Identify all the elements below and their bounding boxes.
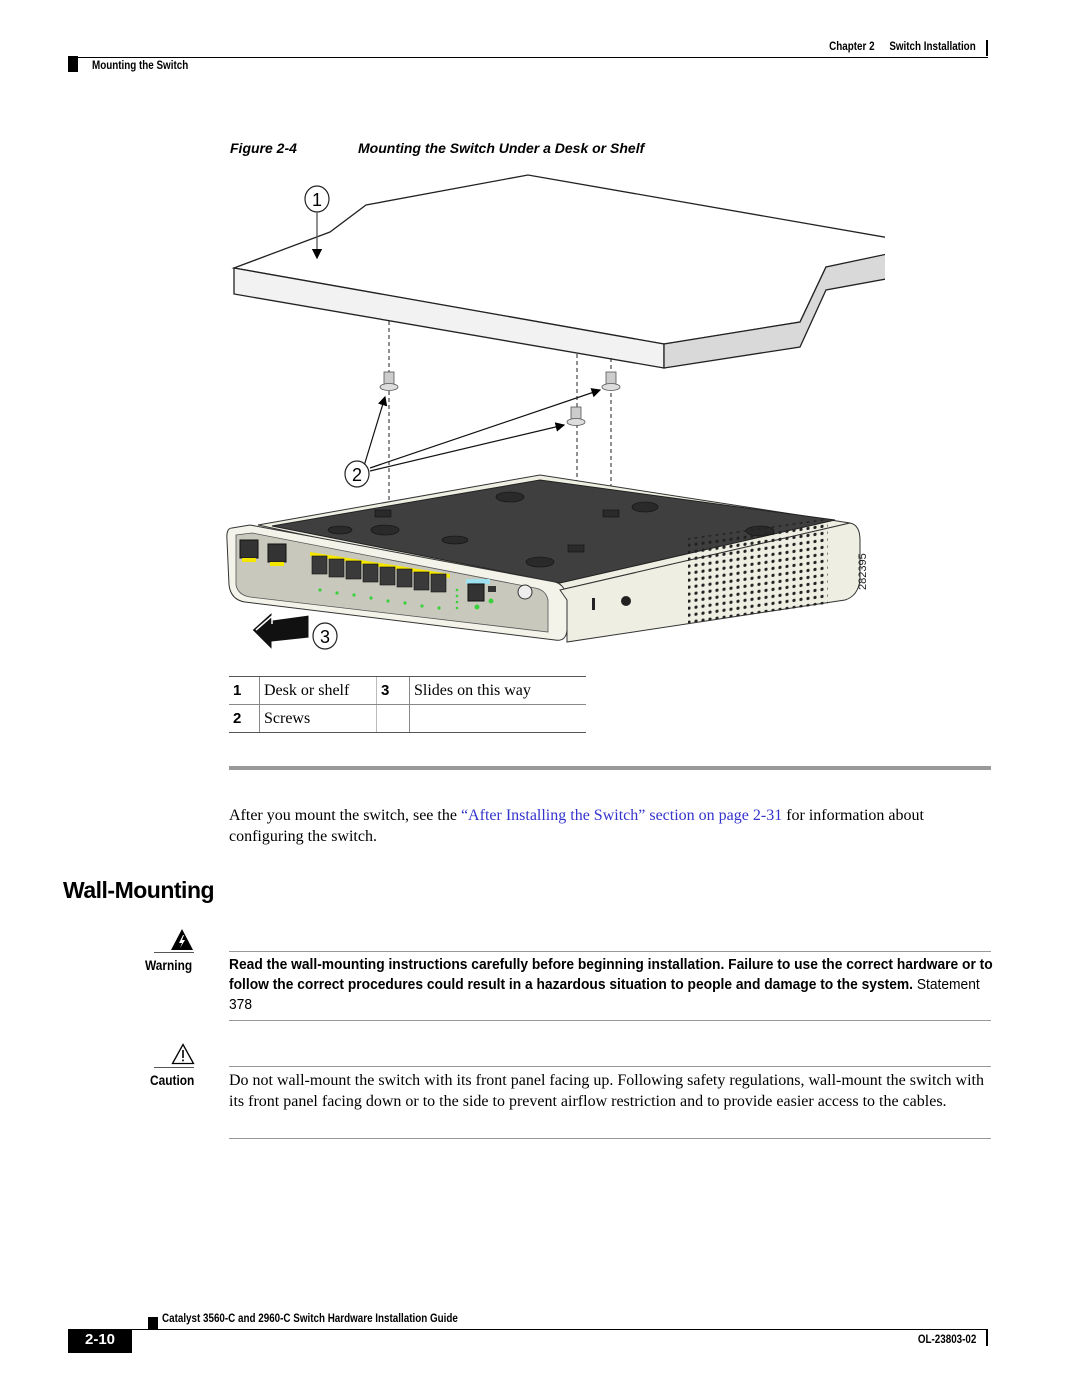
warning-top-rule — [229, 951, 991, 952]
screw-icon — [379, 371, 399, 391]
section-heading: Wall-Mounting — [63, 877, 215, 903]
callout-legend: 1 Desk or shelf 3 Slides on this way 2 S… — [229, 676, 586, 733]
screws — [379, 371, 621, 426]
document-number: OL-23803-02 — [917, 1332, 976, 1346]
legend-number — [376, 704, 410, 733]
header-rule — [68, 57, 988, 58]
legend-row: 1 Desk or shelf 3 Slides on this way — [229, 676, 586, 705]
caution-top-rule — [229, 1066, 991, 1067]
callout-2: 2 — [344, 388, 602, 488]
caution-label: Caution — [150, 1072, 195, 1088]
warning-text: Read the wall-mounting instructions care… — [229, 955, 997, 1015]
figure-number: Figure 2-4 — [230, 140, 297, 156]
footer-rule — [131, 1329, 988, 1330]
chapter-title: Switch Installation — [889, 39, 976, 53]
footer-bar-marker — [986, 1330, 988, 1346]
running-header-chapter: Chapter 2 Switch Installation — [829, 39, 976, 53]
warning-body: Read the wall-mounting instructions care… — [229, 956, 993, 993]
caution-bottom-rule — [229, 1138, 991, 1139]
page-number: 2-10 — [68, 1329, 132, 1353]
desk-shelf — [231, 174, 885, 369]
figure-caption: Figure 2-4 Mounting the Switch Under a De… — [230, 140, 644, 156]
caution-text: Do not wall-mount the switch with its fr… — [229, 1072, 984, 1110]
legend-text: Desk or shelf — [259, 676, 377, 705]
switch-device — [226, 474, 861, 643]
running-header-section: Mounting the Switch — [92, 58, 189, 72]
figure-art-id: 282395 — [857, 553, 869, 590]
warning-icon-rule — [154, 952, 194, 953]
callout-3-label: 3 — [320, 627, 330, 647]
legend-number: 2 — [229, 704, 260, 733]
warning-label: Warning — [145, 957, 193, 973]
chapter-label: Chapter 2 — [829, 39, 875, 53]
legend-text — [409, 704, 586, 733]
callout-2-label: 2 — [352, 465, 362, 485]
callout-1-label: 1 — [312, 190, 322, 210]
header-square-marker — [68, 56, 78, 72]
legend-text: Screws — [259, 704, 377, 733]
cross-reference-link[interactable]: “After Installing the Switch” section on… — [461, 807, 782, 824]
footer-guide-title: Catalyst 3560-C and 2960-C Switch Hardwa… — [162, 1311, 458, 1325]
warning-lightning-icon — [171, 929, 193, 950]
caution-icon-rule — [154, 1067, 194, 1068]
legend-number: 1 — [229, 676, 260, 705]
paragraph-text: After you mount the switch, see the — [229, 807, 461, 824]
body-paragraph: After you mount the switch, see the “Aft… — [229, 805, 999, 847]
legend-number: 3 — [376, 676, 410, 705]
warning-bottom-rule — [229, 1020, 991, 1021]
legend-row: 2 Screws — [229, 704, 586, 733]
figure-end-rule — [229, 766, 991, 770]
legend-text: Slides on this way — [409, 676, 586, 705]
header-bar-marker — [986, 40, 988, 56]
figure-illustration: 1 2 3 282395 — [226, 174, 885, 652]
screw-icon — [601, 371, 621, 391]
figure-title: Mounting the Switch Under a Desk or Shel… — [358, 140, 645, 156]
callout-3: 3 — [251, 610, 338, 652]
footer-square-marker — [148, 1317, 158, 1329]
screw-icon — [566, 406, 586, 426]
caution-triangle-icon — [171, 1043, 195, 1065]
